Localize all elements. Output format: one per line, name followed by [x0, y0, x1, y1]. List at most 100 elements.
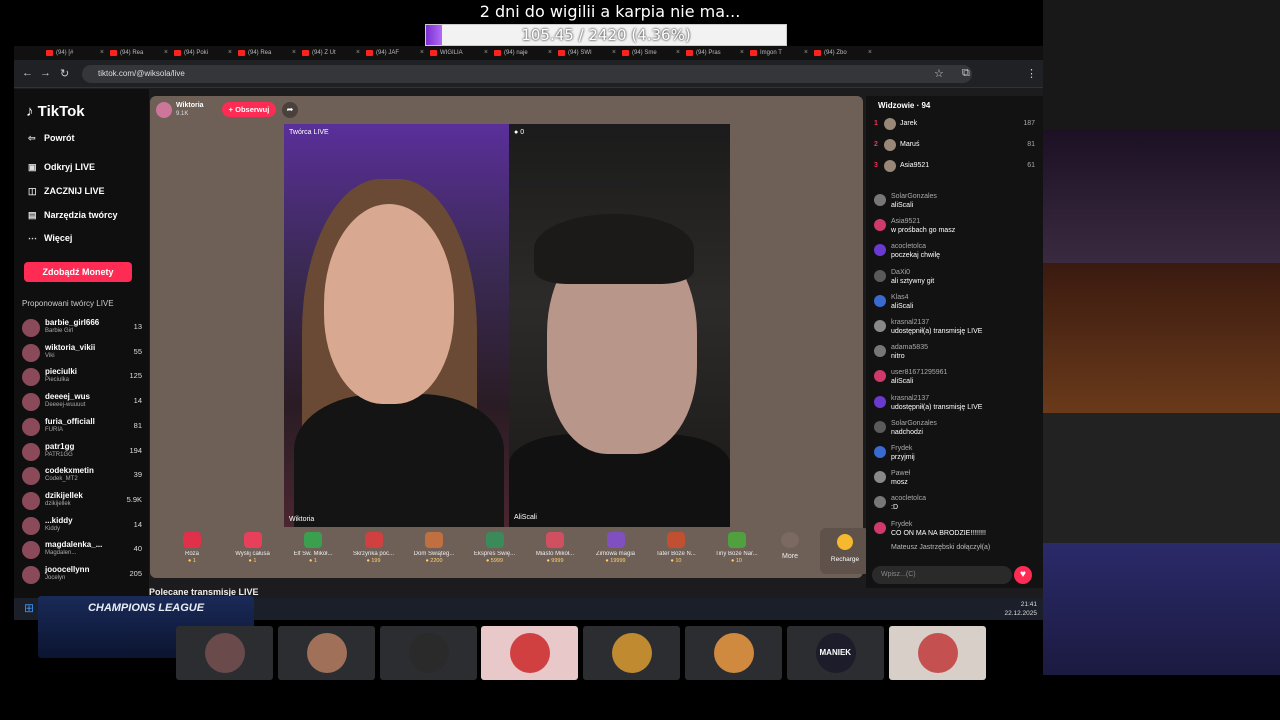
suggested-creator[interactable]: furia_officiall FURIA 81 [22, 416, 144, 440]
browser-tab[interactable]: (94) JAF × [364, 47, 426, 59]
nav-start-live[interactable]: ◫ ZACZNIJ LIVE [28, 186, 105, 197]
voice-participant-tile[interactable] [583, 626, 681, 680]
gift-item[interactable]: Róża ● 1 [162, 530, 222, 574]
close-icon[interactable]: × [356, 47, 360, 59]
chat-message[interactable]: DaXi0 ali sztywny git [874, 268, 1039, 293]
browser-tab[interactable]: (94) Rea × [108, 47, 170, 59]
close-icon[interactable]: × [676, 47, 680, 59]
menu-icon[interactable]: ⋮ [1026, 67, 1037, 80]
webcam-guest-2 [1043, 263, 1280, 413]
browser-tab[interactable]: (94) Rea × [236, 47, 298, 59]
viewers-title[interactable]: Widzowie · 94 [878, 101, 930, 110]
tiktok-logo[interactable]: ♪ TikTok [26, 103, 85, 120]
top-viewer[interactable]: 3 Asia9521 61 [874, 158, 1039, 176]
chat-input[interactable]: Wpisz...(C) [872, 566, 1012, 584]
back-arrow-icon[interactable]: ← [22, 67, 33, 79]
guest-count-icon: ● [514, 129, 519, 136]
video-host[interactable]: Twórca LIVE Wiktoria [284, 124, 509, 527]
browser-tab[interactable]: Imgon T × [748, 47, 810, 59]
chat-message[interactable]: user81671295961 aliScali [874, 368, 1039, 393]
chat-message[interactable]: Frydek przyjmij [874, 444, 1039, 469]
gift-item[interactable]: Ekspres Świę... ● 5999 [465, 530, 525, 574]
chat-message[interactable]: acocletolca poczekaj chwilę [874, 242, 1039, 267]
chat-message[interactable]: adama5835 nitro [874, 343, 1039, 368]
top-viewer[interactable]: 2 Maruś 81 [874, 137, 1039, 155]
url-input[interactable]: tiktok.com/@wiksola/live [82, 65, 972, 83]
gift-item[interactable]: Dom Świąteg... ● 2200 [404, 530, 464, 574]
star-icon[interactable]: ☆ [934, 67, 944, 80]
video-guest[interactable]: ● 0 AliScali [509, 124, 730, 527]
browser-tab[interactable]: (94) Pras × [684, 47, 746, 59]
top-viewer[interactable]: 1 Jarek 187 [874, 116, 1039, 134]
close-icon[interactable]: × [164, 47, 168, 59]
suggested-creator[interactable]: pieciulki Pieciulka 125 [22, 366, 144, 390]
chat-message[interactable]: SolarGonzales aliScali [874, 192, 1039, 217]
nav-creator-tools[interactable]: ▤ Narzędzia twórcy [28, 210, 118, 221]
voice-participant-tile[interactable] [277, 626, 375, 680]
voice-participant-tile[interactable] [888, 626, 986, 680]
close-icon[interactable]: × [868, 47, 872, 59]
chat-message[interactable]: SolarGonzales nadchodzi [874, 419, 1039, 444]
chat-message[interactable]: Paweł mosz [874, 469, 1039, 494]
share-icon[interactable]: ➦ [282, 102, 298, 118]
close-icon[interactable]: × [548, 47, 552, 59]
gift-item[interactable]: Elf Św. Mikoł... ● 1 [283, 530, 343, 574]
chat-message[interactable]: acocletolca:D [874, 494, 1039, 519]
nav-discover-live[interactable]: ▣ Odkryj LIVE [28, 162, 95, 173]
close-icon[interactable]: × [612, 47, 616, 59]
system-clock[interactable]: 21:41 22.12.2025 [1004, 600, 1037, 618]
suggested-creator[interactable]: ...kiddy Kiddy 14 [22, 515, 144, 539]
voice-participant-tile[interactable] [481, 626, 579, 680]
close-icon[interactable]: × [228, 47, 232, 59]
more-gifts-button[interactable]: More [760, 530, 820, 574]
browser-tab[interactable]: WIGILIA × [428, 47, 490, 59]
chat-message[interactable]: Klas4 aliScali [874, 293, 1039, 318]
host-name[interactable]: Wiktoria [176, 102, 204, 109]
nav-back[interactable]: ⇦ Powrót [28, 133, 75, 144]
gift-item[interactable]: Tater Boże N... ● 10 [646, 530, 706, 574]
follow-button[interactable]: + Obserwuj [222, 102, 276, 117]
browser-tab[interactable]: (94) Sme × [620, 47, 682, 59]
gift-item[interactable]: Skrzynka poc... ● 199 [344, 530, 404, 574]
forward-arrow-icon[interactable]: → [40, 67, 51, 79]
browser-tab[interactable]: (94) SWI × [556, 47, 618, 59]
suggested-creator[interactable]: magdalenka_... Magdalen... 40 [22, 539, 144, 563]
suggested-creator[interactable]: jooocellynn Jocelyn 205 [22, 564, 144, 588]
suggested-creator[interactable]: dzikijellek dzikijellek 5.9K [22, 490, 144, 514]
suggested-creator[interactable]: wiktoria_vikii Viki 55 [22, 342, 144, 366]
voice-participant-tile[interactable] [379, 626, 477, 680]
browser-tab[interactable]: (94) Z Ut × [300, 47, 362, 59]
reload-icon[interactable]: ↻ [60, 67, 69, 80]
suggested-creator[interactable]: codekxmetin Codek_MT2 39 [22, 465, 144, 489]
voice-participant-tile[interactable] [685, 626, 782, 680]
recharge-button[interactable]: Recharge [820, 528, 870, 574]
close-icon[interactable]: × [100, 47, 104, 59]
close-icon[interactable]: × [484, 47, 488, 59]
get-coins-button[interactable]: Zdobądź Monety [24, 262, 132, 282]
chat-message[interactable]: Asia9521 w prośbach go masz [874, 217, 1039, 242]
chat-message[interactable]: krasnal2137 udostępnił(a) transmisję LIVE [874, 394, 1039, 419]
voice-participant-tile[interactable]: MANIEK [786, 626, 884, 680]
chat-message[interactable]: krasnal2137 udostępnił(a) transmisję LIVE [874, 318, 1039, 343]
suggested-creator[interactable]: patr1gg PATR1GG 194 [22, 441, 144, 465]
gift-item[interactable]: Tiny Boże Nar... ● 10 [707, 530, 767, 574]
windows-start-icon[interactable]: ⊞ [24, 601, 34, 615]
browser-tab[interactable]: (94) Poki × [172, 47, 234, 59]
avatar[interactable] [156, 102, 172, 118]
extensions-icon[interactable]: ⧉ [962, 67, 970, 80]
gift-item[interactable]: Zimowa magia ● 19999 [586, 530, 646, 574]
close-icon[interactable]: × [420, 47, 424, 59]
close-icon[interactable]: × [804, 47, 808, 59]
gift-item[interactable]: Miasto Mikoł... ● 9999 [525, 530, 585, 574]
close-icon[interactable]: × [292, 47, 296, 59]
browser-tab[interactable]: (94) Zbo × [812, 47, 874, 59]
suggested-creator[interactable]: barbie_girl666 Barbie Girl 13 [22, 317, 144, 341]
nav-more[interactable]: ⋯ Więcej [28, 233, 72, 244]
suggested-creator[interactable]: deeeej_wus Deeeej-wuuuut 14 [22, 391, 144, 415]
voice-participant-tile[interactable] [176, 626, 273, 680]
browser-tab[interactable]: (94) [# × [44, 47, 106, 59]
gift-item[interactable]: Wyślij całusa ● 1 [223, 530, 283, 574]
heart-icon[interactable]: ♥ [1014, 566, 1032, 584]
browser-tab[interactable]: (94) naje × [492, 47, 554, 59]
close-icon[interactable]: × [740, 47, 744, 59]
